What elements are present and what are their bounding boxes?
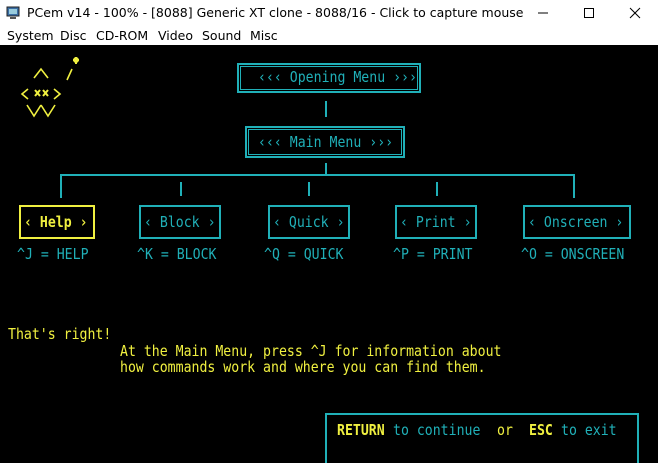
message-heading: That's right! bbox=[8, 325, 112, 343]
menu-misc[interactable]: Misc bbox=[250, 28, 278, 43]
footer-return-key: RETURN bbox=[337, 421, 385, 439]
footer-right-border bbox=[637, 413, 639, 463]
title-bar[interactable]: PCem v14 - 100% - [8088] Generic XT clon… bbox=[0, 0, 658, 26]
pcem-app-icon bbox=[6, 6, 20, 19]
print-shortcut: ^P = PRINT bbox=[393, 245, 473, 263]
connector-opening-main bbox=[325, 101, 327, 117]
menu-system[interactable]: System bbox=[7, 28, 54, 43]
onscreen-menu-label: ‹ Onscreen › bbox=[528, 213, 624, 231]
main-menu-label: ‹‹‹ Main Menu ››› bbox=[258, 133, 394, 151]
emulator-screen[interactable]: ‹‹‹ Opening Menu ››› ‹‹‹ Main Menu ››› ‹… bbox=[0, 45, 658, 463]
menu-bar: System Disc CD-ROM Video Sound Misc bbox=[0, 26, 658, 45]
onscreen-shortcut: ^O = ONSCREEN bbox=[521, 245, 625, 263]
footer-top-border bbox=[325, 413, 639, 415]
quick-shortcut: ^Q = QUICK bbox=[264, 245, 344, 263]
quick-menu-label: ‹ Quick › bbox=[273, 213, 345, 231]
connector-print bbox=[436, 182, 438, 196]
help-menu-label: ‹ Help › bbox=[24, 213, 88, 231]
connector-block bbox=[180, 182, 182, 196]
opening-menu-label: ‹‹‹ Opening Menu ››› bbox=[258, 68, 417, 86]
block-menu-label: ‹ Block › bbox=[144, 213, 216, 231]
menu-disc[interactable]: Disc bbox=[60, 28, 86, 43]
connector-onscreen bbox=[573, 174, 575, 198]
connector-quick bbox=[308, 182, 310, 196]
minimize-button[interactable] bbox=[520, 0, 566, 26]
message-line-1: At the Main Menu, press ^J for informati… bbox=[120, 342, 502, 360]
menu-cdrom[interactable]: CD-ROM bbox=[96, 28, 148, 43]
message-line-2: how commands work and where you can find… bbox=[120, 358, 486, 376]
footer-to-continue: to continue bbox=[393, 421, 481, 439]
close-icon bbox=[629, 7, 641, 19]
footer-left-border bbox=[325, 413, 327, 463]
close-button[interactable] bbox=[612, 0, 658, 26]
help-shortcut: ^J = HELP bbox=[17, 245, 89, 263]
footer-or: or bbox=[497, 421, 513, 439]
window-title: PCem v14 - 100% - [8088] Generic XT clon… bbox=[27, 5, 524, 20]
block-shortcut: ^K = BLOCK bbox=[137, 245, 217, 263]
connector-horizontal bbox=[60, 174, 575, 176]
wordstar-logo-icon bbox=[20, 57, 79, 118]
footer-to-exit: to exit bbox=[561, 421, 617, 439]
minimize-icon bbox=[538, 12, 548, 14]
footer-esc-key: ESC bbox=[529, 421, 553, 439]
maximize-button[interactable] bbox=[566, 0, 612, 26]
connector-help bbox=[60, 174, 62, 198]
maximize-icon bbox=[584, 8, 594, 18]
print-menu-label: ‹ Print › bbox=[400, 213, 472, 231]
menu-sound[interactable]: Sound bbox=[202, 28, 241, 43]
menu-video[interactable]: Video bbox=[158, 28, 193, 43]
